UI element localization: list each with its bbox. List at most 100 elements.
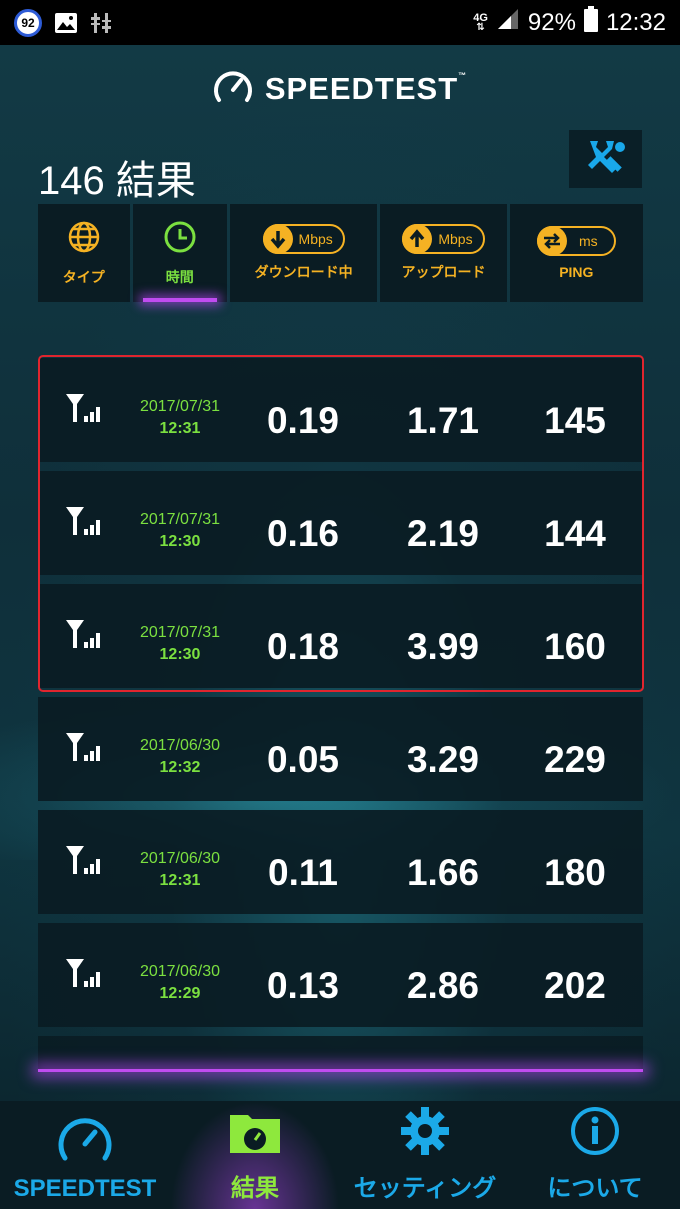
nav-speedtest[interactable]: SPEEDTEST (0, 1101, 170, 1209)
network-indicator: 4G ⇅ (473, 11, 488, 33)
result-datetime: 2017/07/31 12:30 (122, 622, 238, 666)
notification-badge: 92 (14, 8, 42, 37)
cellular-icon (64, 618, 104, 657)
filter-tab-label: タイプ (62, 268, 105, 285)
data-arrows-icon: ⇅ (476, 21, 485, 33)
clock-icon (163, 220, 197, 259)
info-icon (569, 1105, 621, 1162)
upload-unit-pill: Mbps (402, 224, 485, 254)
result-row[interactable]: 2017/06/30 12:31 0.11 1.66 180 (38, 810, 643, 914)
filter-tab-ping[interactable]: ms PING (509, 204, 643, 302)
upload-value: 2.86 (406, 965, 479, 1006)
usb-debug-icon (90, 11, 112, 35)
result-date: 2017/07/31 (139, 511, 221, 528)
upload-value: 2.19 (406, 513, 479, 554)
ping-arrows-icon (536, 226, 567, 256)
status-bar: 92 4G ⇅ 92% 12:32 (0, 0, 680, 45)
cellular-icon (64, 505, 104, 544)
ping-unit-pill: ms (536, 226, 616, 256)
download-value: 0.16 (266, 513, 339, 554)
download-value: 0.19 (266, 400, 339, 441)
result-datetime: 2017/06/30 12:29 (122, 961, 238, 1005)
result-row[interactable]: 2017/06/30 12:32 0.05 3.29 229 (38, 697, 643, 801)
battery-icon (583, 6, 598, 39)
gear-icon (399, 1105, 451, 1162)
result-datetime: 2017/07/31 12:30 (122, 509, 238, 553)
globe-icon (67, 220, 101, 259)
result-date: 2017/07/31 (139, 398, 221, 415)
result-datetime: 2017/06/30 12:32 (122, 735, 238, 779)
brand-text: SPEEDTEST (264, 70, 459, 106)
result-date: 2017/06/30 (139, 963, 221, 980)
result-row[interactable]: 2017/07/31 12:30 0.16 2.19 144 (38, 471, 643, 575)
upload-value: 1.71 (406, 400, 479, 441)
nav-label: セッティング (353, 1175, 497, 1202)
tools-button[interactable] (569, 130, 642, 188)
nav-label: SPEEDTEST (13, 1175, 157, 1202)
upload-value: 1.66 (406, 852, 479, 893)
speedometer-logo-icon (213, 68, 253, 109)
sort-filter-bar: タイプ 時間 Mbps ダウンロード中 Mbps アップロード ms PING (38, 204, 643, 302)
result-row[interactable]: 2017/07/31 12:30 0.18 3.99 160 (38, 584, 643, 688)
cellular-icon (64, 957, 104, 996)
nav-about[interactable]: について (510, 1101, 680, 1209)
cellular-icon (64, 392, 104, 431)
ping-value: 229 (544, 739, 606, 780)
upload-value: 3.29 (406, 739, 479, 780)
clock-time: 12:32 (605, 8, 666, 36)
filter-tab-type[interactable]: タイプ (38, 204, 130, 302)
ping-value: 160 (544, 626, 606, 667)
cellular-icon (64, 731, 104, 770)
results-folder-icon (226, 1109, 284, 1162)
ping-value: 180 (544, 852, 606, 893)
filter-tab-download[interactable]: Mbps ダウンロード中 (230, 204, 378, 302)
battery-percent: 92% (527, 8, 576, 36)
download-value: 0.13 (266, 965, 339, 1006)
signal-icon (496, 7, 520, 38)
result-row-partial[interactable] (38, 1036, 643, 1072)
download-unit: Mbps (298, 231, 333, 247)
result-time: 12:30 (159, 533, 201, 550)
filter-tab-time[interactable]: 時間 (132, 204, 228, 302)
result-time: 12:30 (159, 646, 201, 663)
filter-tab-label: ダウンロード中 (254, 264, 353, 280)
upload-unit: Mbps (438, 231, 473, 247)
result-row[interactable]: 2017/07/31 12:31 0.19 1.71 145 (38, 358, 643, 462)
result-datetime: 2017/07/31 12:31 (122, 396, 238, 440)
nav-settings[interactable]: セッティング (340, 1101, 510, 1209)
download-value: 0.18 (266, 626, 339, 667)
filter-tab-label: アップロード (401, 264, 486, 280)
download-value: 0.05 (266, 739, 339, 780)
filter-tab-upload[interactable]: Mbps アップロード (380, 204, 507, 302)
ping-value: 145 (544, 400, 606, 441)
result-row[interactable]: 2017/06/30 12:29 0.13 2.86 202 (38, 923, 643, 1027)
download-arrow-icon (262, 224, 293, 254)
filter-tab-label: PING (559, 264, 594, 280)
result-date: 2017/06/30 (139, 737, 221, 754)
nav-results[interactable]: 結果 (170, 1101, 340, 1209)
result-time: 12:31 (159, 872, 201, 889)
upload-value: 3.99 (406, 626, 479, 667)
download-unit-pill: Mbps (262, 224, 345, 254)
trademark: ™ (458, 70, 468, 80)
ping-unit: ms (578, 233, 598, 249)
result-time: 12:31 (159, 420, 201, 437)
speedometer-icon (57, 1114, 113, 1169)
bottom-navigation: SPEEDTEST 結果 セッティング について (0, 1101, 680, 1209)
speedtest-logo: SPEEDTEST™ (0, 68, 680, 109)
result-datetime: 2017/06/30 12:31 (122, 848, 238, 892)
nav-label: 結果 (231, 1175, 279, 1202)
tools-icon (584, 137, 628, 182)
result-time: 12:29 (159, 985, 201, 1002)
ping-value: 144 (544, 513, 606, 554)
network-type: 4G (473, 11, 488, 24)
download-value: 0.11 (268, 852, 338, 893)
brand-name: SPEEDTEST™ (265, 71, 467, 107)
filter-tab-label: 時間 (165, 268, 194, 285)
upload-arrow-icon (402, 224, 433, 254)
results-count-title: 146 結果 (38, 159, 196, 203)
ping-value: 202 (544, 965, 606, 1006)
result-date: 2017/06/30 (139, 850, 221, 867)
nav-label: について (547, 1175, 643, 1202)
result-date: 2017/07/31 (139, 624, 221, 641)
